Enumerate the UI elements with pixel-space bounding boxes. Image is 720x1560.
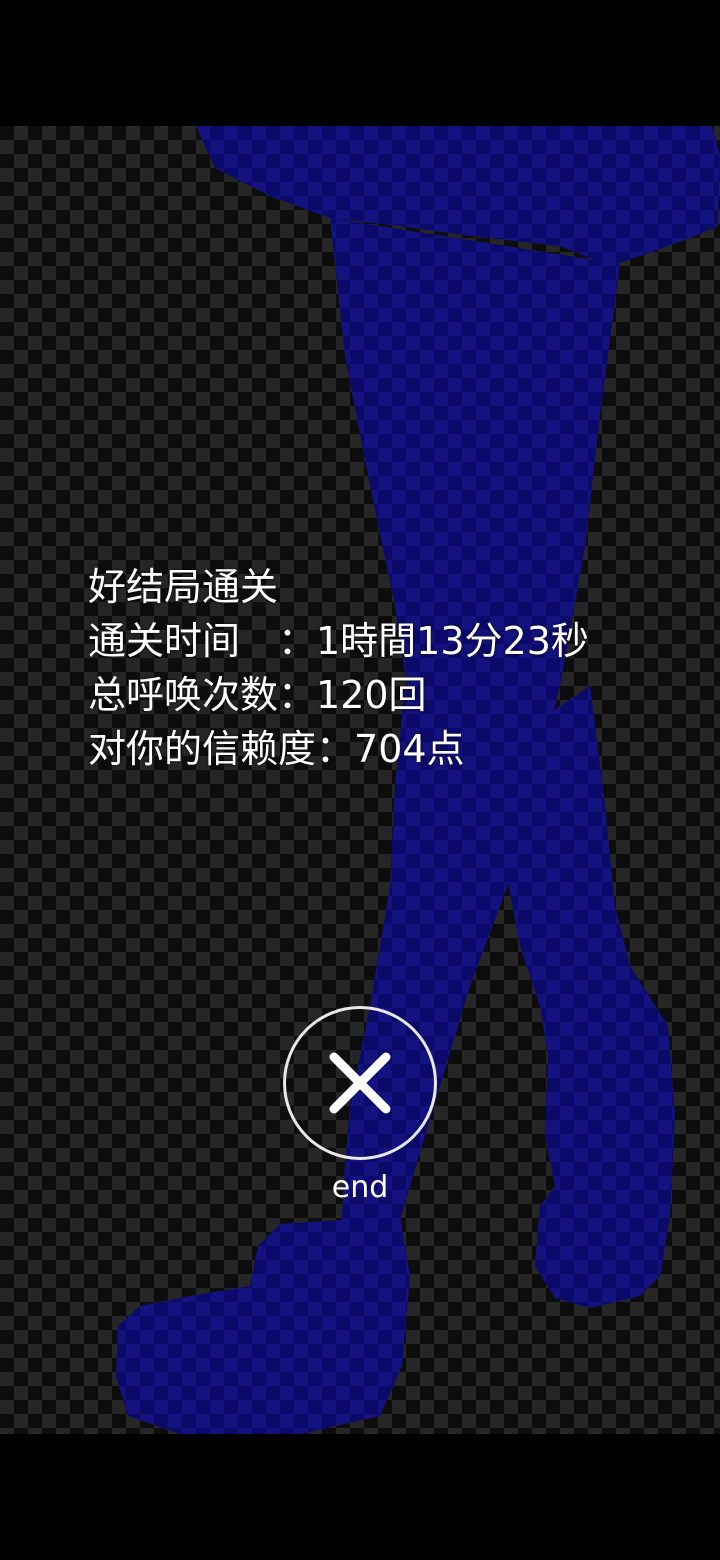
call-count-line: 总呼唤次数 ： 120回 [88, 668, 589, 722]
close-x-icon [329, 1052, 391, 1114]
clear-time-label: 通关时间 [88, 619, 241, 663]
ending-title: 好结局通关 [88, 565, 279, 609]
ending-stage: 好结局通关 通关时间 ： 1時間13分23秒 总呼唤次数 ： 120回 对你的信… [0, 126, 720, 1434]
character-legs-silhouette [116, 126, 720, 1434]
trust-value: 704点 [354, 727, 465, 771]
separator: ： [278, 619, 317, 663]
trust-label: 对你的信赖度 [88, 727, 317, 771]
separator: ： [316, 727, 355, 771]
clear-time-value: 1時間13分23秒 [316, 619, 589, 663]
separator: ： [278, 673, 317, 717]
call-count-value: 120回 [316, 673, 427, 717]
game-screen: 好结局通关 通关时间 ： 1時間13分23秒 总呼唤次数 ： 120回 对你的信… [0, 0, 720, 1560]
ending-result-panel: 好结局通关 通关时间 ： 1時間13分23秒 总呼唤次数 ： 120回 对你的信… [88, 560, 589, 776]
trust-line: 对你的信赖度 ： 704点 [88, 722, 589, 776]
end-button-label: end [331, 1170, 389, 1205]
ending-title-line: 好结局通关 [88, 560, 589, 614]
end-button-ring[interactable] [283, 1006, 437, 1160]
call-count-label: 总呼唤次数 [88, 673, 279, 717]
end-button[interactable]: end [280, 1006, 440, 1220]
clear-time-line: 通关时间 ： 1時間13分23秒 [88, 614, 589, 668]
